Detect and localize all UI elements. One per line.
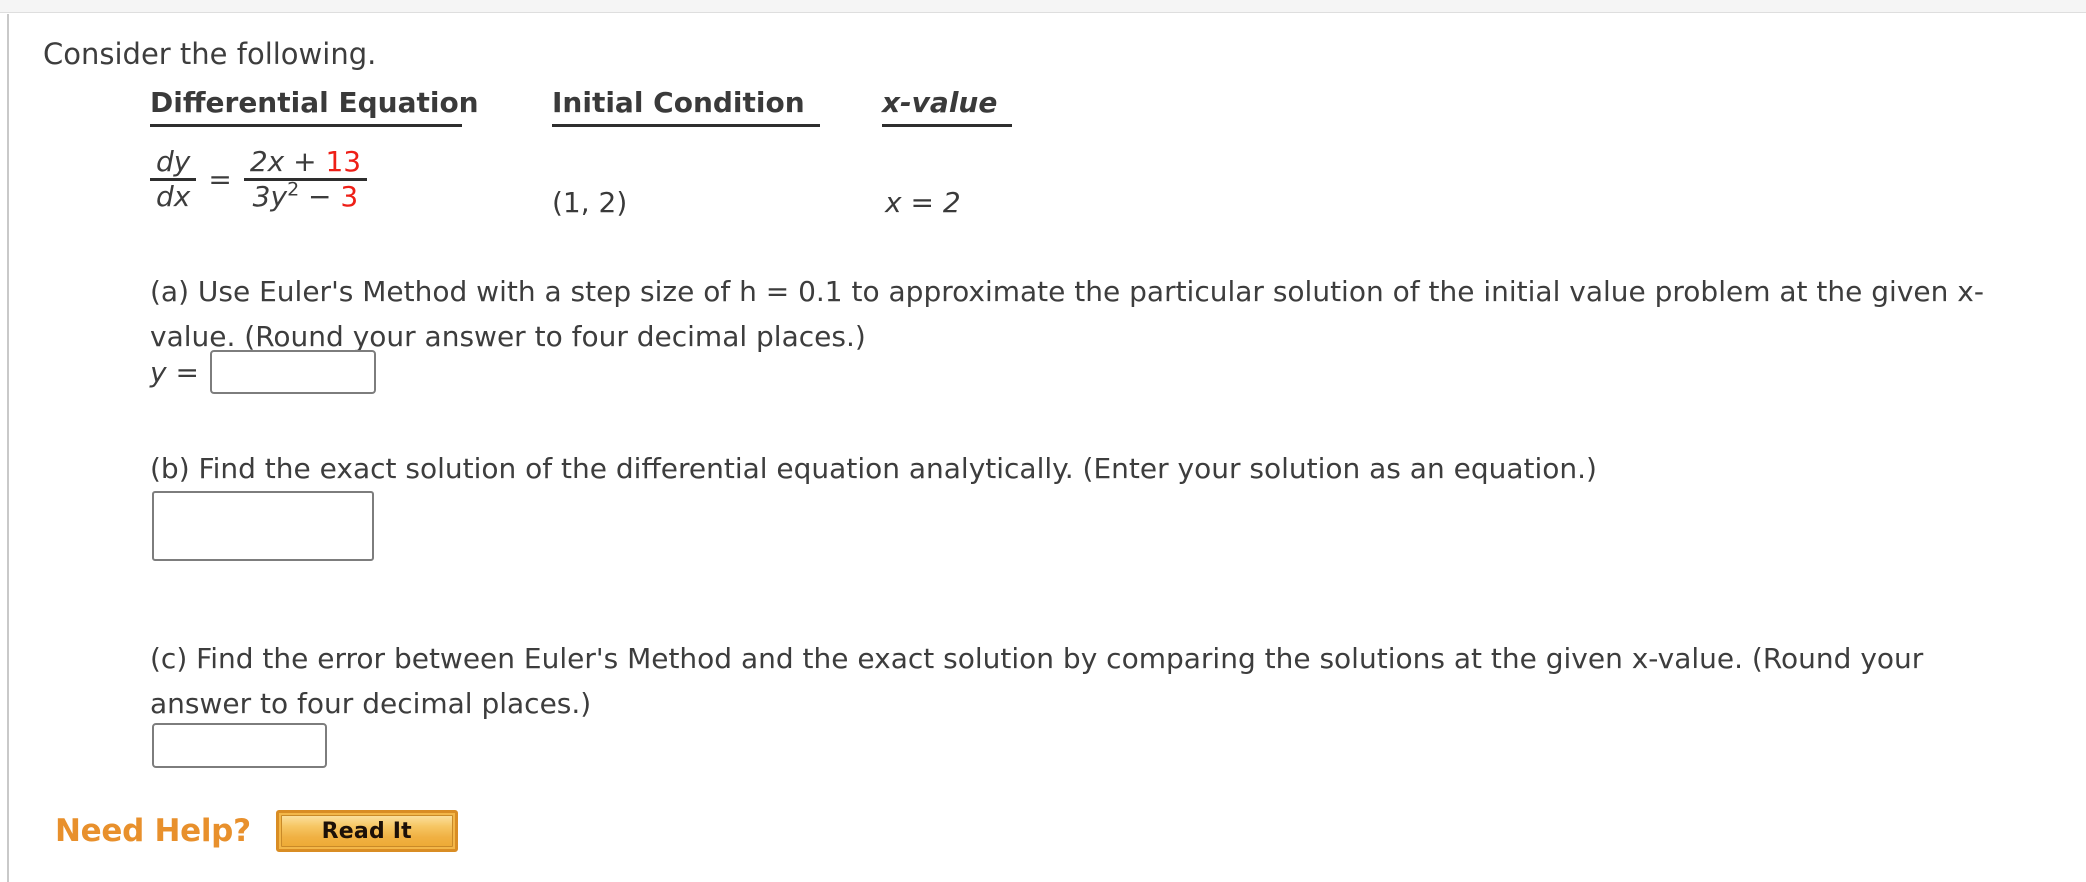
read-it-button[interactable]: Read It xyxy=(275,810,458,852)
column-underline-initial-condition xyxy=(552,124,820,127)
problem-page: Consider the following. Differential Equ… xyxy=(0,14,2086,882)
column-header-x-value: x-value xyxy=(882,86,998,119)
part-a-question-text: (a) Use Euler's Method with a step size … xyxy=(150,275,1984,353)
rhs-denominator-red: 3 xyxy=(340,180,359,213)
intro-text: Consider the following. xyxy=(43,37,377,71)
browser-top-strip xyxy=(0,0,2086,13)
rhs-denominator-exponent: 2 xyxy=(287,178,300,201)
rhs-numerator-plain: 2x + xyxy=(249,145,326,178)
column-underline-differential-equation xyxy=(150,124,462,127)
column-header-initial-condition: Initial Condition xyxy=(552,86,805,119)
rhs-denominator-plain-a: 3y xyxy=(252,180,288,213)
part-c-question-text: (c) Find the error between Euler's Metho… xyxy=(150,642,1924,720)
x-value-value: x = 2 xyxy=(885,186,961,219)
derivative-denominator: dx xyxy=(156,180,191,213)
part-a-answer-row: y = xyxy=(150,350,376,394)
part-a-answer-input[interactable] xyxy=(209,350,376,394)
read-it-button-label: Read It xyxy=(280,815,453,847)
column-x-value: x-value xyxy=(882,87,1012,127)
differential-equation-expression: dy dx = 2x + 13 3y2 − 3 xyxy=(150,145,368,213)
part-c-answer-input[interactable] xyxy=(152,723,327,768)
rhs-numerator: 2x + 13 xyxy=(244,146,367,178)
column-underline-x-value xyxy=(882,124,1012,127)
initial-condition-value: (1, 2) xyxy=(552,186,628,219)
part-b-question-text: (b) Find the exact solution of the diffe… xyxy=(150,452,1597,485)
column-initial-condition: Initial Condition xyxy=(552,87,820,127)
need-help-row: Need Help? Read It xyxy=(55,810,458,852)
part-a-answer-label: y = xyxy=(150,355,199,389)
column-differential-equation: Differential Equation xyxy=(150,87,479,127)
derivative-numerator: dy xyxy=(156,145,191,178)
derivative-fraction: dy dx xyxy=(150,145,197,213)
part-b-answer-textarea[interactable] xyxy=(152,491,374,561)
rhs-numerator-red: 13 xyxy=(325,145,362,178)
equals-sign: = xyxy=(208,163,232,196)
rhs-denominator: 3y2 − 3 xyxy=(247,178,365,213)
rhs-fraction: 2x + 13 3y2 − 3 xyxy=(243,146,368,213)
rhs-denominator-plain-b: − xyxy=(299,180,341,213)
column-header-differential-equation: Differential Equation xyxy=(150,86,479,119)
need-help-label: Need Help? xyxy=(55,813,251,849)
